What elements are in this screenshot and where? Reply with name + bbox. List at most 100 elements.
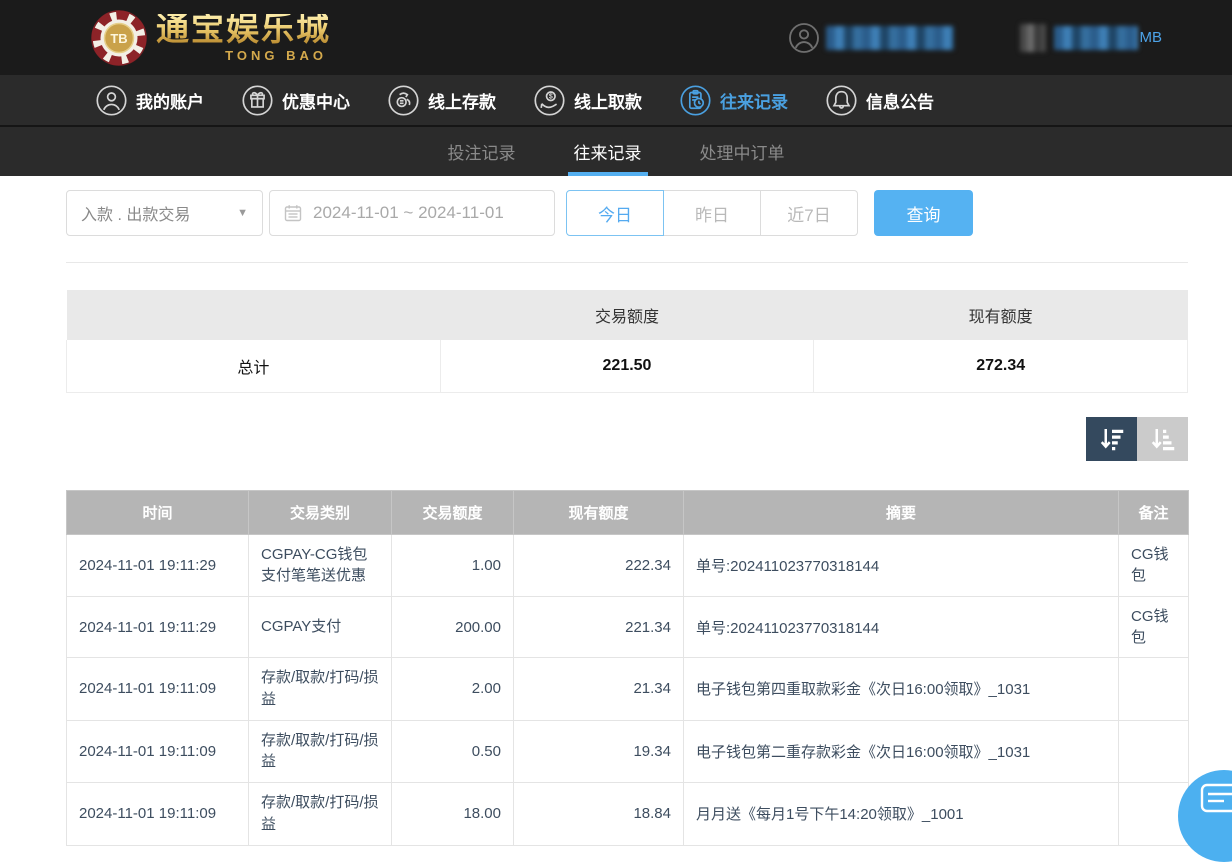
summary-balance-total: 272.34	[814, 340, 1188, 392]
table-row: 2024-11-01 19:11:09 存款/取款/打码/损益 18.00 18…	[67, 783, 1189, 846]
cell-balance: 221.34	[514, 597, 684, 658]
tab-label: 投注记录	[448, 139, 516, 164]
summary-header-balance: 现有额度	[814, 290, 1188, 340]
svg-text:$: $	[549, 93, 553, 100]
main-navigation: 我的账户 优惠中心 线上存款 $ 线上取款	[0, 75, 1232, 127]
table-row: 2024-11-01 19:11:09 存款/取款/打码/损益 0.50 19.…	[67, 720, 1189, 783]
cell-summary: 单号:202411023770318144	[684, 534, 1119, 597]
quick-today-button[interactable]: 今日	[566, 190, 664, 236]
user-avatar-icon	[788, 22, 820, 54]
nav-item-transaction-records[interactable]: 往来记录	[680, 85, 788, 116]
nav-label: 往来记录	[720, 88, 788, 113]
summary-transaction-total: 221.50	[440, 340, 814, 392]
quick-yesterday-button[interactable]: 昨日	[663, 190, 761, 236]
summary-row-label: 总计	[67, 340, 441, 392]
tab-label: 处理中订单	[700, 139, 785, 164]
sort-ascending-button[interactable]	[1137, 417, 1188, 461]
balance-redacted	[1054, 26, 1138, 50]
filter-bar: 入款 . 出款交易 ▼ 2024-11-01 ~ 2024-11-01 今日 昨…	[66, 190, 1188, 236]
nav-item-withdraw[interactable]: $ 线上取款	[534, 85, 642, 116]
nav-label: 线上取款	[574, 88, 642, 113]
sort-descending-icon	[1097, 424, 1127, 454]
casino-chip-icon: TB	[90, 9, 148, 67]
date-range-picker[interactable]: 2024-11-01 ~ 2024-11-01	[269, 190, 555, 236]
username-redacted[interactable]	[826, 26, 954, 50]
tab-transaction-records[interactable]: 往来记录	[568, 127, 648, 176]
nav-item-my-account[interactable]: 我的账户	[96, 85, 204, 116]
col-header-type: 交易类别	[249, 490, 392, 534]
cell-note: CG钱包	[1119, 534, 1189, 597]
nav-item-deposit[interactable]: 线上存款	[388, 85, 496, 116]
nav-label: 我的账户	[136, 88, 204, 113]
main-content: 入款 . 出款交易 ▼ 2024-11-01 ~ 2024-11-01 今日 昨…	[66, 190, 1188, 846]
cell-balance: 18.84	[514, 783, 684, 846]
cell-amount: 1.00	[392, 534, 514, 597]
tab-label: 往来记录	[574, 139, 642, 164]
gift-icon	[242, 85, 273, 116]
cell-balance: 222.34	[514, 534, 684, 597]
transaction-type-select[interactable]: 入款 . 出款交易 ▼	[66, 190, 263, 236]
quick-date-group: 今日 昨日 近7日	[566, 190, 858, 236]
summary-header-transaction: 交易额度	[440, 290, 814, 340]
tab-pending-orders[interactable]: 处理中订单	[694, 127, 791, 176]
date-range-value: 2024-11-01 ~ 2024-11-01	[313, 203, 504, 223]
cell-balance: 21.34	[514, 658, 684, 721]
cell-balance: 19.34	[514, 720, 684, 783]
col-header-amount: 交易额度	[392, 490, 514, 534]
brand-name-cn: 通宝娱乐城	[156, 14, 331, 47]
cell-amount: 2.00	[392, 658, 514, 721]
calendar-icon	[283, 203, 303, 223]
chevron-down-icon: ▼	[237, 207, 248, 219]
cell-type: CGPAY支付	[249, 597, 392, 658]
cell-time: 2024-11-01 19:11:29	[67, 534, 249, 597]
cell-type: 存款/取款/打码/损益	[249, 658, 392, 721]
sort-descending-button[interactable]	[1086, 417, 1137, 461]
cell-time: 2024-11-01 19:11:09	[67, 658, 249, 721]
col-header-note: 备注	[1119, 490, 1189, 534]
wallet-icon-redacted[interactable]	[1020, 24, 1046, 52]
cell-amount: 0.50	[392, 720, 514, 783]
record-subtabs: 投注记录 往来记录 处理中订单	[0, 127, 1232, 176]
section-divider	[66, 262, 1188, 263]
table-row: 2024-11-01 19:11:09 存款/取款/打码/损益 2.00 21.…	[67, 658, 1189, 721]
nav-item-promotions[interactable]: 优惠中心	[242, 85, 350, 116]
nav-label: 信息公告	[866, 88, 934, 113]
cell-time: 2024-11-01 19:11:09	[67, 720, 249, 783]
records-icon	[680, 85, 711, 116]
cell-type: 存款/取款/打码/损益	[249, 783, 392, 846]
cell-summary: 单号:202411023770318144	[684, 597, 1119, 658]
sort-toolbar	[66, 417, 1188, 461]
user-info: MB	[788, 22, 1163, 54]
cell-note	[1119, 658, 1189, 721]
col-header-balance: 现有额度	[514, 490, 684, 534]
col-header-time: 时间	[67, 490, 249, 534]
summary-header-empty	[67, 290, 441, 340]
records-header-row: 时间 交易类别 交易额度 现有额度 摘要 备注	[67, 490, 1189, 534]
cell-summary: 电子钱包第二重存款彩金《次日16:00领取》_1031	[684, 720, 1119, 783]
tab-betting-records[interactable]: 投注记录	[442, 127, 522, 176]
table-row: 2024-11-01 19:11:29 CGPAY-CG钱包支付笔笔送优惠 1.…	[67, 534, 1189, 597]
cell-type: CGPAY-CG钱包支付笔笔送优惠	[249, 534, 392, 597]
cell-amount: 200.00	[392, 597, 514, 658]
nav-item-announcements[interactable]: 信息公告	[826, 85, 934, 116]
records-table: 时间 交易类别 交易额度 现有额度 摘要 备注 2024-11-01 19:11…	[66, 490, 1189, 846]
table-row: 2024-11-01 19:11:29 CGPAY支付 200.00 221.3…	[67, 597, 1189, 658]
col-header-summary: 摘要	[684, 490, 1119, 534]
select-value: 入款 . 出款交易	[81, 201, 190, 225]
summary-header-row: 交易额度 现有额度	[67, 290, 1188, 340]
nav-label: 优惠中心	[282, 88, 350, 113]
user-icon	[96, 85, 127, 116]
search-button[interactable]: 查询	[874, 190, 973, 236]
cell-time: 2024-11-01 19:11:09	[67, 783, 249, 846]
brand-logo[interactable]: TB 通宝娱乐城 TONG BAO	[90, 9, 331, 67]
quick-last7days-button[interactable]: 近7日	[760, 190, 858, 236]
bell-icon	[826, 85, 857, 116]
cell-summary: 月月送《每月1号下午14:20领取》_1001	[684, 783, 1119, 846]
cell-summary: 电子钱包第四重取款彩金《次日16:00领取》_1031	[684, 658, 1119, 721]
brand-text: 通宝娱乐城 TONG BAO	[156, 14, 331, 62]
cell-type: 存款/取款/打码/损益	[249, 720, 392, 783]
cell-note: CG钱包	[1119, 597, 1189, 658]
sort-ascending-icon	[1148, 424, 1178, 454]
deposit-icon	[388, 85, 419, 116]
brand-name-en: TONG BAO	[225, 49, 327, 62]
